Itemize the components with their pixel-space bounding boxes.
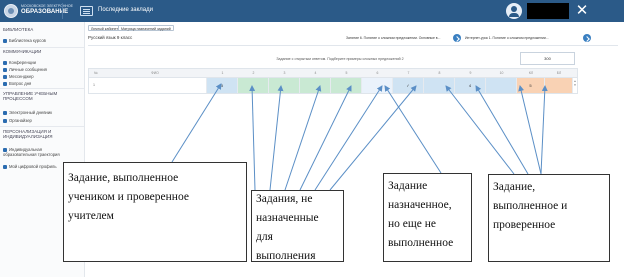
callout-completed-checked: Задание, выполненное и проверенное xyxy=(488,174,610,262)
callout-text: Задание назначенное, но еще не выполненн… xyxy=(388,180,454,249)
callout-not-assigned: Задания, не назначенные для выполнения xyxy=(251,190,344,262)
callout-assigned-not-completed: Задание назначенное, но еще не выполненн… xyxy=(383,173,472,262)
callout-text: Задание, выполненное учеником и проверен… xyxy=(68,172,189,222)
callout-text: Задания, не назначенные для выполнения xyxy=(256,193,319,262)
callout-text: Задание, выполненное и проверенное xyxy=(493,181,568,231)
callout-completed-checked-by-teacher: Задание, выполненное учеником и проверен… xyxy=(63,162,247,262)
